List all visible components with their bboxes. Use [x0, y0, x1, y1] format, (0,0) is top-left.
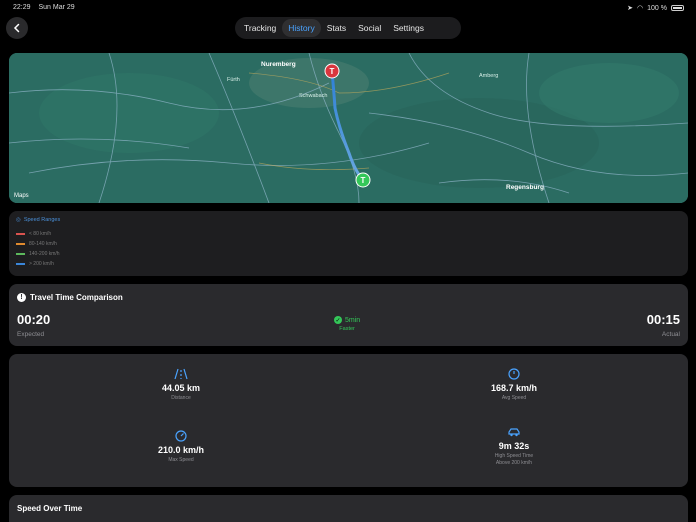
max-speed-value: 210.0 km/h [157, 445, 205, 455]
expected-label: Expected [17, 331, 45, 338]
legend-swatch-blue [16, 263, 25, 265]
stat-max-speed: 210.0 km/h Max Speed [121, 430, 241, 464]
map-label-amberg: Amberg [479, 73, 499, 79]
map-label-nuremberg: Nuremberg [261, 61, 296, 68]
map-attribution-text: Maps [14, 193, 29, 199]
travel-title: ! Travel Time Comparison [17, 293, 123, 302]
legend-title-text: Speed Ranges [23, 217, 61, 223]
high-speed-time-value: 9m 32s [498, 441, 530, 451]
road-icon [174, 368, 188, 380]
start-marker[interactable]: T [324, 63, 340, 79]
location-icon: ➤ [627, 5, 634, 12]
map-attribution: Maps [14, 193, 29, 199]
travel-title-text: Travel Time Comparison [30, 293, 123, 302]
legend-swatch-green [16, 253, 25, 255]
tab-social[interactable]: Social [352, 19, 387, 37]
svg-text:T: T [330, 67, 335, 76]
distance-value: 44.05 km [161, 383, 201, 393]
gauge-icon [175, 430, 187, 442]
legend-title: ◎ Speed Ranges [16, 217, 60, 223]
tab-tracking[interactable]: Tracking [238, 19, 282, 37]
svg-text:T: T [361, 176, 366, 185]
map-label-regensburg: Regensburg [506, 184, 544, 191]
car-icon [508, 428, 520, 437]
avg-speed-label: Avg Speed [501, 395, 527, 401]
map-label-furth: Fürth [227, 77, 240, 83]
stat-distance: 44.05 km Distance [121, 368, 241, 402]
legend-item: 80-140 km/h [16, 241, 57, 247]
legend-item-label: > 200 km/h [29, 261, 54, 267]
checkmark-icon: ✓ [334, 316, 342, 324]
max-speed-label: Max Speed [168, 457, 194, 463]
battery-percent: 100 % [647, 4, 667, 12]
speed-legend: ◎ Speed Ranges < 80 km/h 80-140 km/h 140… [9, 211, 688, 276]
high-speed-time-sublabel: Above 200 km/h [495, 460, 533, 466]
status-time: 22:29 [13, 4, 31, 11]
end-marker[interactable]: T [355, 172, 371, 188]
expected-time: 00:20 [17, 312, 51, 327]
avg-speed-value: 168.7 km/h [490, 383, 538, 393]
actual-label: Actual [661, 331, 680, 338]
route-map[interactable]: T T Nuremberg Regensburg Fürth Schwabach… [9, 53, 688, 203]
wifi-icon: ◠ [637, 5, 644, 12]
battery-icon [671, 5, 684, 11]
time-difference: ✓ 5min Faster [334, 316, 360, 332]
speed-over-time-title: Speed Over Time [17, 504, 83, 513]
trip-stats-card: 44.05 km Distance 168.7 km/h Avg Speed 2… [9, 354, 688, 487]
tab-bar: Tracking History Stats Social Settings [235, 17, 461, 39]
difference-value: 5min [345, 316, 361, 324]
speed-over-time-card: Speed Over Time [9, 495, 688, 522]
legend-item: > 200 km/h [16, 261, 54, 267]
chevron-left-icon [13, 23, 20, 33]
legend-swatch-red [16, 233, 25, 235]
high-speed-time-label: High Speed Time [494, 453, 534, 459]
stat-high-speed-time: 9m 32s High Speed Time Above 200 km/h [454, 426, 574, 467]
difference-label: Faster [339, 326, 355, 332]
distance-label: Distance [171, 395, 191, 401]
speedometer-icon [508, 368, 520, 380]
legend-item-label: 140-200 km/h [29, 251, 60, 257]
map-canvas: T T [9, 53, 688, 203]
tab-settings[interactable]: Settings [387, 19, 430, 37]
legend-item: < 80 km/h [16, 231, 51, 237]
legend-item: 140-200 km/h [16, 251, 60, 257]
legend-swatch-orange [16, 243, 25, 245]
map-label-schwabach: Schwabach [299, 93, 328, 99]
travel-time-card: ! Travel Time Comparison 00:20 Expected … [9, 284, 688, 346]
legend-item-label: 80-140 km/h [29, 241, 57, 247]
stat-avg-speed: 168.7 km/h Avg Speed [454, 368, 574, 402]
actual-time: 00:15 [646, 312, 680, 327]
legend-item-label: < 80 km/h [29, 231, 52, 237]
status-bar: 22:29 Sun Mar 29 ➤ ◠ 100 % [0, 0, 696, 16]
back-button[interactable] [6, 17, 28, 39]
tab-stats[interactable]: Stats [321, 19, 352, 37]
tab-history[interactable]: History [282, 19, 321, 37]
status-date: Sun Mar 29 [38, 4, 75, 11]
gauge-small-icon: ◎ [16, 217, 21, 223]
info-icon: ! [17, 293, 26, 302]
